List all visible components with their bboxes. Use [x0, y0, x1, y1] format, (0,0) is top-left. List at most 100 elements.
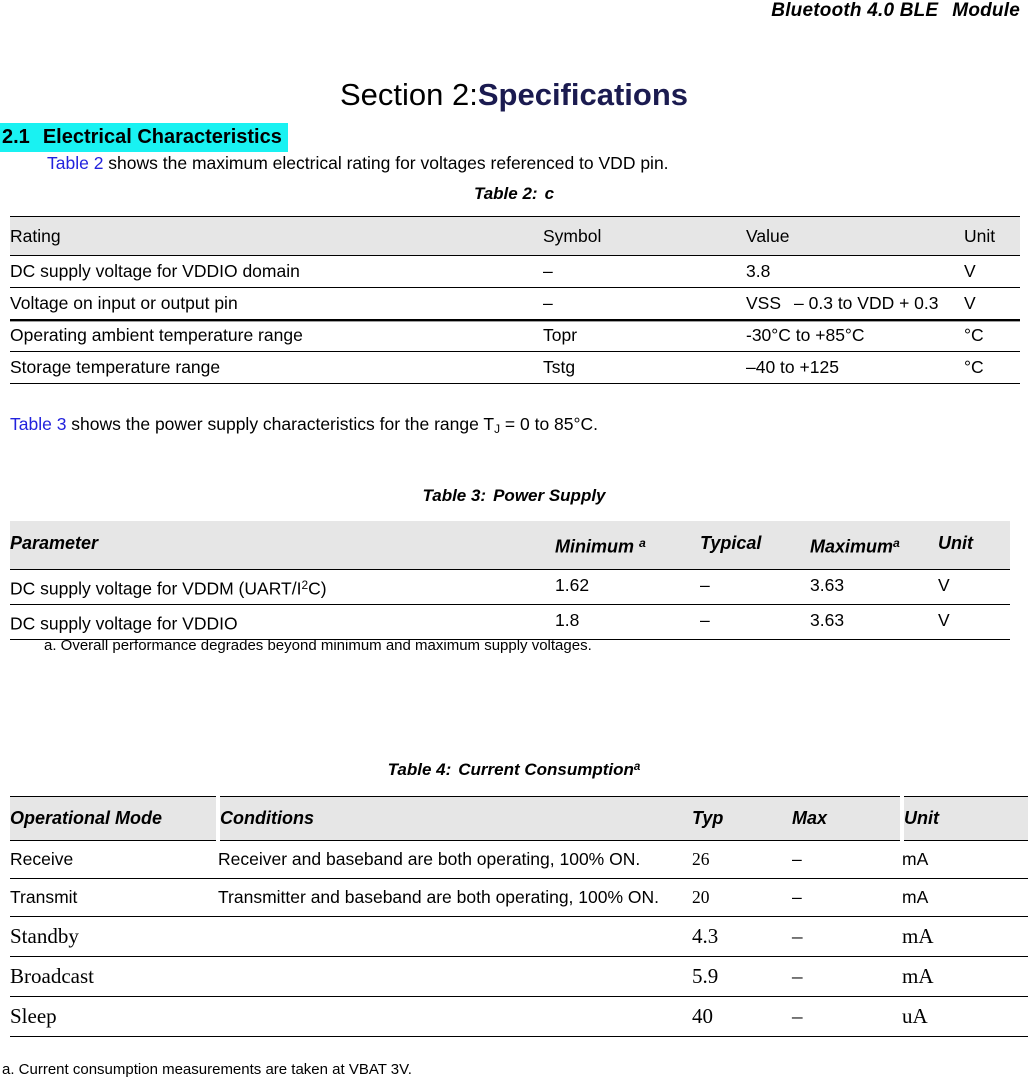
- table3-cell-parameter: DC supply voltage for VDDM (UART/I2C): [10, 568, 555, 605]
- table3-intro-tail: = 0 to 85°C.: [500, 414, 599, 434]
- table3-header-typical: Typical: [700, 521, 810, 569]
- table4-header-typ: Typ: [692, 796, 792, 841]
- table4-cell-conditions: Transmitter and baseband are both operat…: [218, 878, 692, 917]
- rule-cell: [746, 383, 964, 384]
- table4-cell-mode: Standby: [10, 916, 218, 957]
- table2-cell-unit: °C: [964, 351, 1020, 384]
- rule-cell: [938, 639, 1010, 641]
- table2-cell-value: VSS – 0.3 to VDD + 0.3: [746, 287, 964, 320]
- table4-cell-mode: Sleep: [10, 996, 218, 1037]
- table3-header-maximum: Maximuma: [810, 521, 938, 569]
- table4-cell-conditions: [218, 956, 692, 997]
- table3-header-parameter: Parameter: [10, 521, 555, 569]
- page-header-product: Bluetooth 4.0 BLE: [771, 0, 939, 21]
- table4-cell-conditions: Receiver and baseband are both operating…: [218, 849, 641, 869]
- rule-cell: [218, 1036, 692, 1037]
- table2-cross-reference[interactable]: Table 2: [47, 153, 103, 173]
- table4-cell-typ: 4.3: [692, 916, 792, 957]
- table4-cell-conditions: [218, 996, 692, 1037]
- table4-cell-mode: Transmit: [10, 878, 218, 917]
- table2-cell-unit: V: [964, 255, 1020, 288]
- table4-cell-typ: 5.9: [692, 956, 792, 997]
- table-row: DC supply voltage for VDDIO 1.8 – 3.63 V: [10, 603, 1010, 640]
- table2-cell-symbol: Tstg: [543, 351, 746, 384]
- rule-cell: [964, 383, 1020, 384]
- table-row: DC supply voltage for VDDIO domain – 3.8…: [10, 255, 1020, 288]
- table2-bottom-rule: [10, 383, 1020, 384]
- table4-cell-conditions: [218, 916, 692, 957]
- table4-cell-typ: 40: [692, 996, 792, 1037]
- table3-caption-label: Table 3:: [422, 486, 487, 505]
- subsection-title: Electrical Characteristics: [42, 126, 282, 148]
- parameter-text-tail: C): [308, 577, 327, 598]
- table2-cell-rating: DC supply voltage for VDDIO domain: [10, 255, 543, 288]
- table2-cell-rating: Storage temperature range: [10, 351, 543, 384]
- table-row: Operating ambient temperature range Topr…: [10, 319, 1020, 352]
- rule-cell: [10, 383, 543, 384]
- footnote-marker: a: [633, 760, 641, 773]
- table3-footnote: a. Overall performance degrades beyond m…: [44, 637, 592, 654]
- table4-cell-unit: uA: [902, 996, 1028, 1037]
- rule-cell: [10, 1036, 218, 1037]
- section-number: Section 2:: [339, 77, 478, 112]
- table4-caption-title: Current Consumption: [458, 760, 634, 779]
- table2-header-unit: Unit: [964, 216, 1020, 256]
- table-row: Storage temperature range Tstg –40 to +1…: [10, 351, 1020, 384]
- table-row: Transmit Transmitter and baseband are bo…: [10, 878, 1028, 917]
- table3-cross-reference[interactable]: Table 3: [10, 414, 66, 434]
- table4-cell-unit: mA: [902, 849, 929, 869]
- table-header-row: Parameter Minimum a Typical Maximuma Uni…: [10, 521, 1010, 569]
- rule-cell: [810, 639, 938, 641]
- table-row: Sleep 40 – uA: [10, 996, 1028, 1037]
- table3-caption: Table 3: Power Supply: [0, 486, 1028, 506]
- table2-cell-symbol: –: [543, 287, 746, 320]
- table4-header-mode: Operational Mode: [10, 796, 218, 841]
- rule-cell: [692, 1036, 792, 1037]
- table3-cell-maximum: 3.63: [810, 568, 938, 605]
- table3-cell-unit: V: [938, 603, 1010, 640]
- rule-cell: [700, 639, 810, 641]
- table2-caption-label: Table 2:: [473, 184, 538, 203]
- table2-cell-value: -30°C to +85°C: [746, 319, 964, 352]
- table4-cell-typ: 20: [692, 878, 792, 917]
- table2-caption: Table 2: c: [0, 184, 1028, 204]
- table2-cell-rating: Operating ambient temperature range: [10, 319, 543, 352]
- current-consumption-table: Operational Mode Conditions Typ Max Unit…: [10, 796, 1028, 1037]
- header-label: Minimum: [555, 536, 634, 557]
- table3-header-minimum: Minimum a: [555, 521, 700, 569]
- table2-cell-unit: V: [964, 287, 1020, 320]
- page-title: Section 2:Specifications: [0, 76, 1028, 114]
- table4-cell-max: –: [792, 916, 902, 957]
- table3-intro-paragraph: Table 3 shows the power supply character…: [10, 413, 598, 440]
- table2-cell-value: –40 to +125: [746, 351, 964, 384]
- table4-cell-max: –: [792, 996, 902, 1037]
- parameter-text: DC supply voltage for VDDM (UART/I: [10, 577, 302, 598]
- table2-intro-text: shows the maximum electrical rating for …: [103, 153, 669, 173]
- table4-caption: Table 4: Current Consumptiona: [0, 760, 1028, 780]
- table-row: DC supply voltage for VDDM (UART/I2C) 1.…: [10, 568, 1010, 605]
- table4-cell-max: –: [792, 878, 902, 917]
- table3-cell-typical: –: [700, 603, 810, 640]
- table3-cell-parameter: DC supply voltage for VDDIO: [10, 603, 555, 640]
- table2-header-symbol: Symbol: [543, 216, 746, 256]
- table4-header-max: Max: [792, 796, 902, 841]
- table2-cell-symbol: –: [543, 255, 746, 288]
- table-header-row: Operational Mode Conditions Typ Max Unit: [10, 796, 1028, 841]
- table4-cell-typ: 26: [692, 849, 710, 869]
- maximum-ratings-table: Rating Symbol Value Unit DC supply volta…: [10, 216, 1020, 384]
- table4-caption-label: Table 4:: [387, 760, 452, 779]
- rule-cell: [792, 1036, 902, 1037]
- table2-cell-unit: °C: [964, 319, 1020, 352]
- table-row: Broadcast 5.9 – mA: [10, 956, 1028, 997]
- table3-cell-unit: V: [938, 568, 1010, 605]
- table4-header-unit: Unit: [900, 796, 1028, 841]
- table3-cell-minimum: 1.8: [555, 603, 700, 640]
- table3-cell-maximum: 3.63: [810, 603, 938, 640]
- page-header-kind: Module: [952, 0, 1020, 21]
- table2-header-value: Value: [746, 216, 964, 256]
- footnote-marker: a: [893, 536, 900, 550]
- table3-caption-title: Power Supply: [493, 486, 606, 505]
- table4-cell-unit: mA: [902, 916, 1028, 957]
- table4-cell-max: –: [792, 849, 802, 869]
- table4-cell-max: –: [792, 956, 902, 997]
